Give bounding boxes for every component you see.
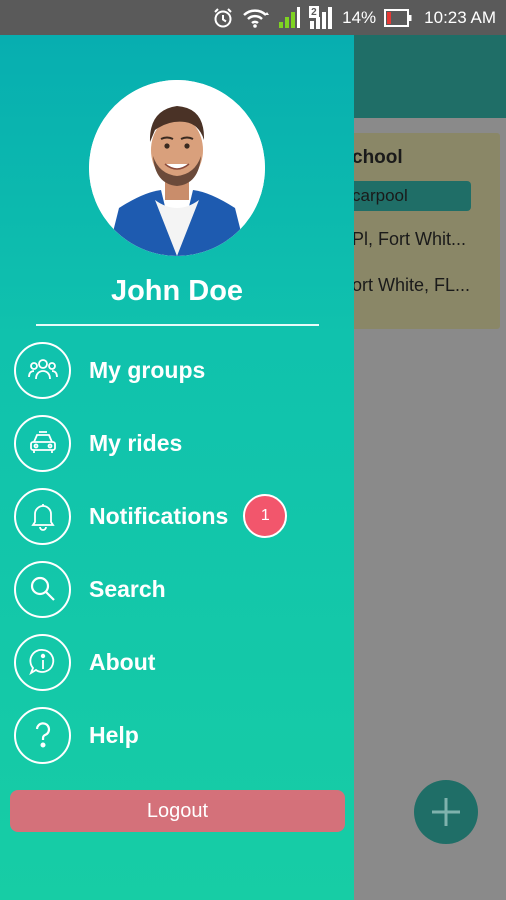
car-icon [14,414,71,472]
divider [36,324,319,326]
menu-item-search[interactable]: Search [14,560,166,618]
menu-label-help: Help [89,721,139,748]
plus-icon [432,798,460,826]
menu-label-my-rides: My rides [89,429,183,456]
ride-card-line-1: Pl, Fort Whit... [352,229,467,249]
info-icon [14,633,71,691]
ride-card-line-2: ort White, FL... [352,275,471,295]
menu-item-my-rides[interactable]: My rides [14,414,182,472]
menu-item-my-groups[interactable]: My groups [14,341,205,399]
user-name: John Doe [110,275,244,307]
wifi-icon [242,7,270,29]
search-icon [14,560,71,618]
alarm-icon [212,7,234,29]
sim-label: 2 [311,6,317,18]
ride-card-tag: carpool [335,181,471,211]
signal-icon [278,6,301,30]
menu-item-notifications[interactable]: Notifications 1 [14,487,288,545]
battery-icon [384,8,412,27]
menu-item-help[interactable]: Help [14,706,139,764]
menu-label-search: Search [89,575,166,602]
battery-percent: 14% [342,7,377,27]
clock: 10:23 AM [424,7,496,27]
ride-card[interactable]: chool carpool Pl, Fort Whit... ort White… [330,133,500,329]
bell-icon [14,487,71,545]
navigation-drawer: John Doe My groups My rides Notification… [0,35,354,900]
logout-button[interactable]: Logout [10,790,345,832]
notifications-badge: 1 [243,494,288,538]
avatar[interactable] [89,80,265,256]
ride-card-title: chool [352,147,403,168]
menu-label-notifications: Notifications [89,502,229,529]
help-icon [14,706,71,764]
signal-2-icon: 2 [308,5,334,31]
add-ride-button[interactable] [414,780,478,844]
menu-label-my-groups: My groups [89,356,206,383]
menu-label-about: About [89,648,156,675]
status-bar: 2 14% 10:23 AM [0,0,506,35]
groups-icon [14,341,71,399]
menu-item-about[interactable]: About [14,633,155,691]
